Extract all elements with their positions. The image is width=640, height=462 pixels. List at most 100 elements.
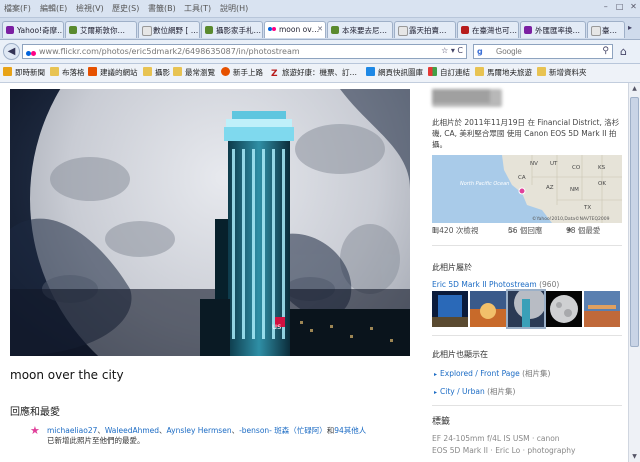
menu-tools[interactable]: 工具(T) — [184, 3, 211, 14]
menu-edit[interactable]: 編輯(E) — [40, 3, 67, 14]
photo-taken-info: 此相片於 2011年11月19日 在 Financial District, 洛… — [432, 118, 620, 149]
divider — [432, 335, 622, 336]
main-photo[interactable]: us — [10, 89, 410, 356]
tab-8[interactable]: 在臺灣也可… — [457, 21, 519, 38]
scroll-down-icon[interactable]: ▼ — [630, 453, 639, 460]
tab-label: 攝影家手札… — [216, 26, 261, 35]
scrollbar-thumb[interactable] — [630, 97, 639, 347]
bookmark-item[interactable]: 網頁快訊圖庫 — [366, 67, 423, 78]
tab-label: 數位網野 [ … — [153, 26, 199, 35]
tags-heading: 標籤 — [432, 417, 451, 427]
bookmark-label: 馬爾地夫旅遊 — [487, 68, 532, 77]
url-actions[interactable]: ☆ ▾ C — [441, 46, 463, 55]
search-box[interactable]: g ⚲ — [473, 44, 613, 59]
folder-icon — [50, 67, 59, 76]
tag-link[interactable]: EF 24-105mm f/4L IS USM — [432, 434, 530, 443]
tab-yahoo[interactable]: Yahoo!奇摩… — [2, 21, 64, 38]
tag-link[interactable]: Eric Lo — [495, 446, 520, 455]
page-icon — [461, 26, 469, 34]
fave-user-link[interactable]: michaeliao27 — [47, 426, 97, 435]
tab-label: moon ov… — [279, 25, 320, 34]
tab-label: 臺… — [602, 26, 617, 35]
bookmark-item[interactable]: 馬爾地夫旅遊 — [475, 67, 532, 78]
current-photo-thumb[interactable] — [506, 289, 546, 329]
photostream-thumb[interactable] — [432, 291, 468, 327]
tab-4[interactable]: 攝影家手札… — [201, 21, 263, 38]
building-sign: us — [272, 322, 281, 331]
menu-bookmarks[interactable]: 書籤(B) — [148, 3, 176, 14]
scroll-up-icon[interactable]: ▲ — [630, 85, 639, 92]
google-icon[interactable]: g — [477, 47, 483, 56]
flickr-photo-page: us moon over the city 回應和最愛 ★ michaeliao… — [0, 83, 628, 462]
bookmark-item[interactable]: 新增資料夾 — [537, 67, 587, 78]
bookmark-item[interactable]: 新手上路 — [221, 67, 263, 78]
minimize-icon[interactable]: – — [601, 2, 610, 11]
bookmark-label: 自訂連結 — [440, 68, 470, 77]
pool-link[interactable]: ▸ City / Urban (相片集) — [434, 386, 515, 397]
bookmark-item[interactable]: 自訂連結 — [428, 67, 470, 78]
menu-file[interactable]: 檔案(F) — [4, 3, 31, 14]
other-faves-link[interactable]: 94其他人 — [334, 426, 366, 435]
fave-user-link[interactable]: WaleedAhmed — [105, 426, 159, 435]
bookmark-item[interactable]: 攝影 — [143, 67, 170, 78]
close-tab-icon[interactable]: ✕ — [317, 25, 323, 33]
map-credit: ©Yahoo!2010,Data©NAVTEQ2009 — [532, 215, 610, 222]
tag-link[interactable]: photography — [527, 446, 575, 455]
thumb-image — [584, 291, 620, 327]
page-scrollbar[interactable]: ▲ ▼ — [628, 83, 640, 462]
photostream-thumb[interactable] — [470, 291, 506, 327]
photostream-thumb[interactable] — [584, 291, 620, 327]
tab-label: 露天拍賣… — [409, 26, 447, 35]
search-icon[interactable]: ⚲ — [602, 46, 609, 56]
page-icon — [331, 26, 339, 34]
bookmark-item[interactable]: 建議的網站 — [88, 67, 138, 78]
bookmark-item[interactable]: 最常瀏覽 — [173, 67, 215, 78]
tab-3[interactable]: 數位網野 [ … — [138, 21, 200, 38]
map-state: CA — [518, 175, 526, 181]
bookmark-item[interactable]: 即時新聞 — [3, 67, 45, 78]
tag-link[interactable]: EOS 5D Mark II — [432, 446, 488, 455]
map-pin-icon — [518, 187, 526, 195]
maximize-icon[interactable]: □ — [615, 2, 624, 11]
page-icon — [142, 26, 152, 36]
map-state: NM — [570, 187, 579, 193]
tab-flickr-active[interactable]: moon ov… ✕ — [264, 21, 326, 38]
tab-list-icon[interactable]: ▸ — [628, 23, 632, 32]
navigation-bar: ◀ www.flickr.com/photos/eric5dmark2/6498… — [0, 40, 640, 64]
tag-link[interactable]: canon — [537, 434, 560, 443]
tab-9[interactable]: 外匯匯率換… — [520, 21, 586, 38]
pool-link[interactable]: ▸ Explored / Front Page (相片集) — [434, 368, 550, 379]
fave-user-link[interactable]: Aynsley Hermsen — [167, 426, 232, 435]
tab-10[interactable]: 臺… — [587, 21, 625, 38]
map-state: KS — [598, 165, 606, 171]
location-map[interactable]: North Pacific Ocean NV UT CO KS CA AZ NM… — [432, 155, 622, 223]
separator: 、 — [159, 426, 167, 435]
separator: 、 — [97, 426, 105, 435]
moon-over-city-photo: us — [10, 89, 410, 356]
bookmark-item[interactable]: 布落格 — [50, 67, 85, 78]
yahoo-icon — [524, 26, 532, 34]
search-input[interactable] — [496, 46, 591, 57]
menu-history[interactable]: 歷史(S) — [112, 3, 139, 14]
photostream-thumb[interactable] — [546, 291, 582, 327]
tab-6[interactable]: 本來要去尼… — [327, 21, 393, 38]
menu-help[interactable]: 說明(H) — [220, 3, 248, 14]
windows-icon — [428, 67, 437, 76]
tab-7[interactable]: 露天拍賣… — [394, 21, 456, 38]
fave-user-link[interactable]: -benson- 斑森（忙碌阿） — [239, 426, 327, 435]
page-icon — [398, 26, 408, 36]
map-ocean-label: North Pacific Ocean — [460, 181, 509, 187]
bookmark-item[interactable]: Z 旅遊好康：機票、訂… — [271, 67, 357, 79]
map-state: AZ — [546, 185, 554, 191]
bookmark-label: 即時新聞 — [15, 68, 45, 77]
menu-view[interactable]: 檢視(V) — [76, 3, 104, 14]
close-window-icon[interactable]: ✕ — [629, 2, 638, 11]
photostream-link[interactable]: Eric 5D Mark II Photostream (960) — [432, 280, 559, 289]
divider — [432, 405, 622, 406]
tab-2[interactable]: 艾爾斯敦你… — [65, 21, 137, 38]
home-icon[interactable]: ⌂ — [620, 45, 627, 58]
firefox-icon — [88, 67, 97, 76]
address-bar[interactable]: www.flickr.com/photos/eric5dmark2/649863… — [22, 44, 467, 59]
back-button[interactable]: ◀ — [3, 43, 20, 60]
thumb-image — [546, 291, 582, 327]
